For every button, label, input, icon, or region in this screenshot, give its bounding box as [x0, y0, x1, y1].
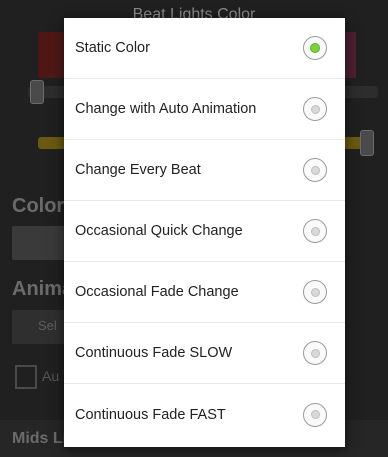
option-change-every-beat[interactable]: Change Every Beat: [64, 140, 345, 201]
option-continuous-fade-fast[interactable]: Continuous Fade FAST: [64, 384, 345, 445]
select-animation-button[interactable]: Sel: [12, 310, 72, 344]
color-mode-dialog: Static Color Change with Auto Animation …: [64, 18, 345, 447]
auto-checkbox[interactable]: [15, 365, 37, 389]
radio-unselected-icon[interactable]: [303, 219, 327, 243]
option-occasional-quick-change[interactable]: Occasional Quick Change: [64, 201, 345, 262]
brightness-slider-thumb[interactable]: [360, 130, 374, 156]
color-section-label: Color: [12, 195, 65, 217]
option-occasional-fade-change[interactable]: Occasional Fade Change: [64, 262, 345, 323]
color-slider-thumb[interactable]: [30, 80, 44, 104]
radio-selected-icon[interactable]: [303, 36, 327, 60]
radio-unselected-icon[interactable]: [303, 402, 327, 427]
option-static-color[interactable]: Static Color: [64, 18, 345, 79]
radio-unselected-icon[interactable]: [303, 280, 327, 304]
radio-unselected-icon[interactable]: [303, 341, 327, 365]
radio-unselected-icon[interactable]: [303, 158, 327, 182]
color-preview-box[interactable]: [12, 226, 72, 260]
auto-checkbox-label: Au: [42, 368, 60, 384]
option-continuous-fade-slow[interactable]: Continuous Fade SLOW: [64, 323, 345, 384]
radio-unselected-icon[interactable]: [303, 97, 327, 121]
option-change-with-auto-animation[interactable]: Change with Auto Animation: [64, 79, 345, 140]
